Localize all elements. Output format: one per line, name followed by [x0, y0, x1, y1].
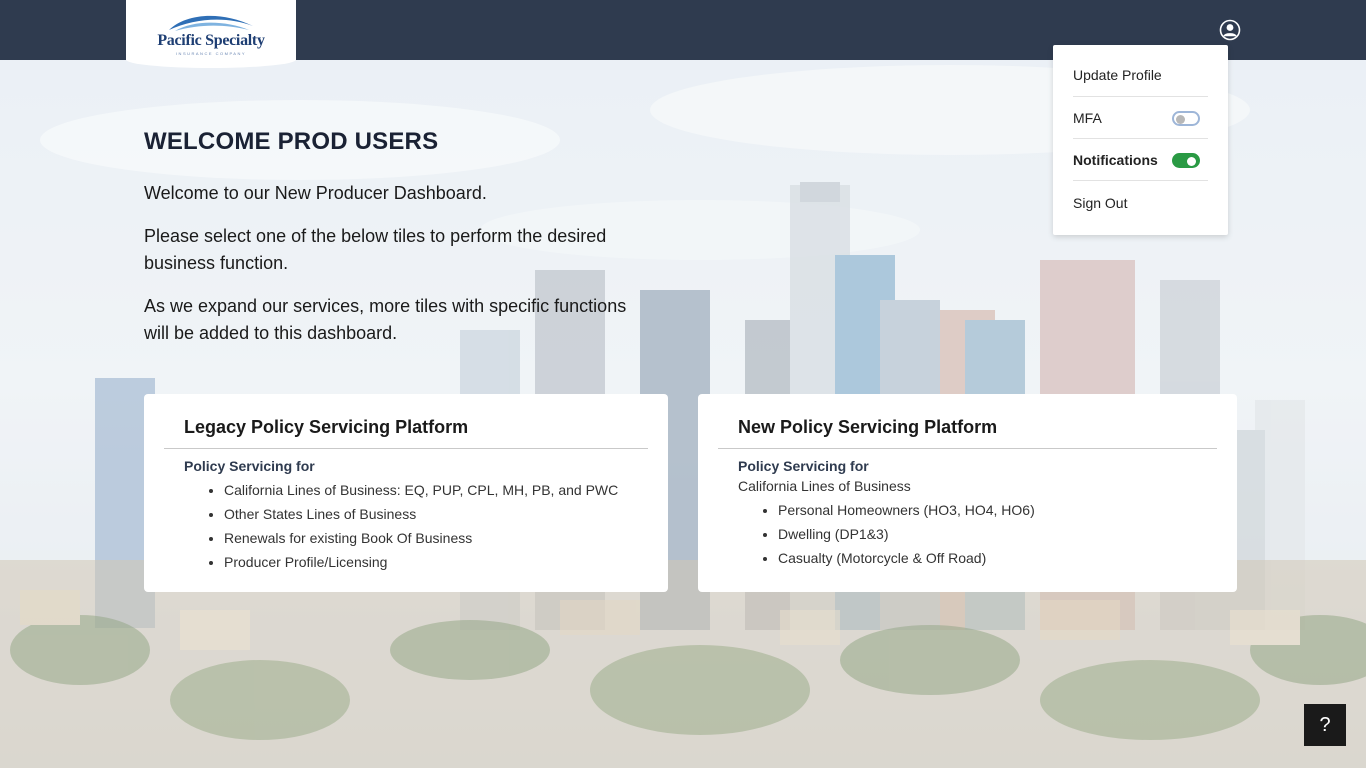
notifications-label: Notifications [1073, 151, 1158, 168]
list-item: Other States Lines of Business [224, 502, 628, 526]
tile-subheading: Policy Servicing for [738, 458, 869, 474]
help-button[interactable]: ? [1304, 704, 1346, 746]
list-item: Personal Homeowners (HO3, HO4, HO6) [778, 498, 1197, 522]
toggle-knob [1176, 114, 1185, 124]
menu-item-update-profile[interactable]: Update Profile [1073, 45, 1208, 97]
welcome-intro: Welcome to our New Producer Dashboard. [144, 183, 487, 203]
list-item: Dwelling (DP1&3) [778, 522, 1197, 546]
mfa-toggle[interactable] [1172, 110, 1200, 126]
user-circle-icon[interactable] [1219, 19, 1241, 41]
menu-item-mfa: MFA [1073, 97, 1208, 139]
brand-logo[interactable]: Pacific Specialty INSURANCE COMPANY [126, 0, 296, 68]
menu-item-sign-out[interactable]: Sign Out [1073, 181, 1208, 225]
tile-new-policy-servicing[interactable]: New Policy Servicing Platform Policy Ser… [698, 394, 1237, 592]
mfa-label: MFA [1073, 109, 1102, 126]
tile-item-list: California Lines of Business: EQ, PUP, C… [184, 478, 628, 574]
update-profile-label: Update Profile [1073, 66, 1162, 83]
list-item: California Lines of Business: EQ, PUP, C… [224, 478, 628, 502]
welcome-expansion-note: As we expand our services, more tiles wi… [144, 296, 627, 343]
welcome-section: WELCOME PROD USERS Welcome to our New Pr… [144, 128, 644, 363]
tile-title: Legacy Policy Servicing Platform [164, 414, 648, 449]
tile-title: New Policy Servicing Platform [718, 414, 1217, 449]
tile-subheading: Policy Servicing for [184, 458, 315, 474]
notifications-toggle[interactable] [1172, 152, 1200, 168]
list-item: Producer Profile/Licensing [224, 550, 628, 574]
tile-legacy-policy-servicing[interactable]: Legacy Policy Servicing Platform Policy … [144, 394, 668, 592]
page-title: WELCOME PROD USERS [144, 128, 439, 155]
toggle-knob [1187, 156, 1196, 166]
tile-item-list: Personal Homeowners (HO3, HO4, HO6) Dwel… [738, 498, 1197, 570]
tile-subline: California Lines of Business [738, 478, 911, 494]
list-item: Casualty (Motorcycle & Off Road) [778, 546, 1197, 570]
welcome-instruction: Please select one of the below tiles to … [144, 226, 607, 273]
menu-item-notifications: Notifications [1073, 139, 1208, 181]
list-item: Renewals for existing Book Of Business [224, 526, 628, 550]
logo-subtext: INSURANCE COMPANY [175, 51, 247, 56]
tile-body: Policy Servicing for California Lines of… [718, 449, 1217, 570]
tile-body: Policy Servicing for California Lines of… [164, 449, 648, 574]
logo-text: Pacific Specialty [157, 32, 265, 49]
user-menu-dropdown: Update Profile MFA Notifications Sign Ou… [1053, 45, 1228, 235]
sign-out-label: Sign Out [1073, 195, 1128, 211]
wave-logo-icon [169, 15, 253, 31]
